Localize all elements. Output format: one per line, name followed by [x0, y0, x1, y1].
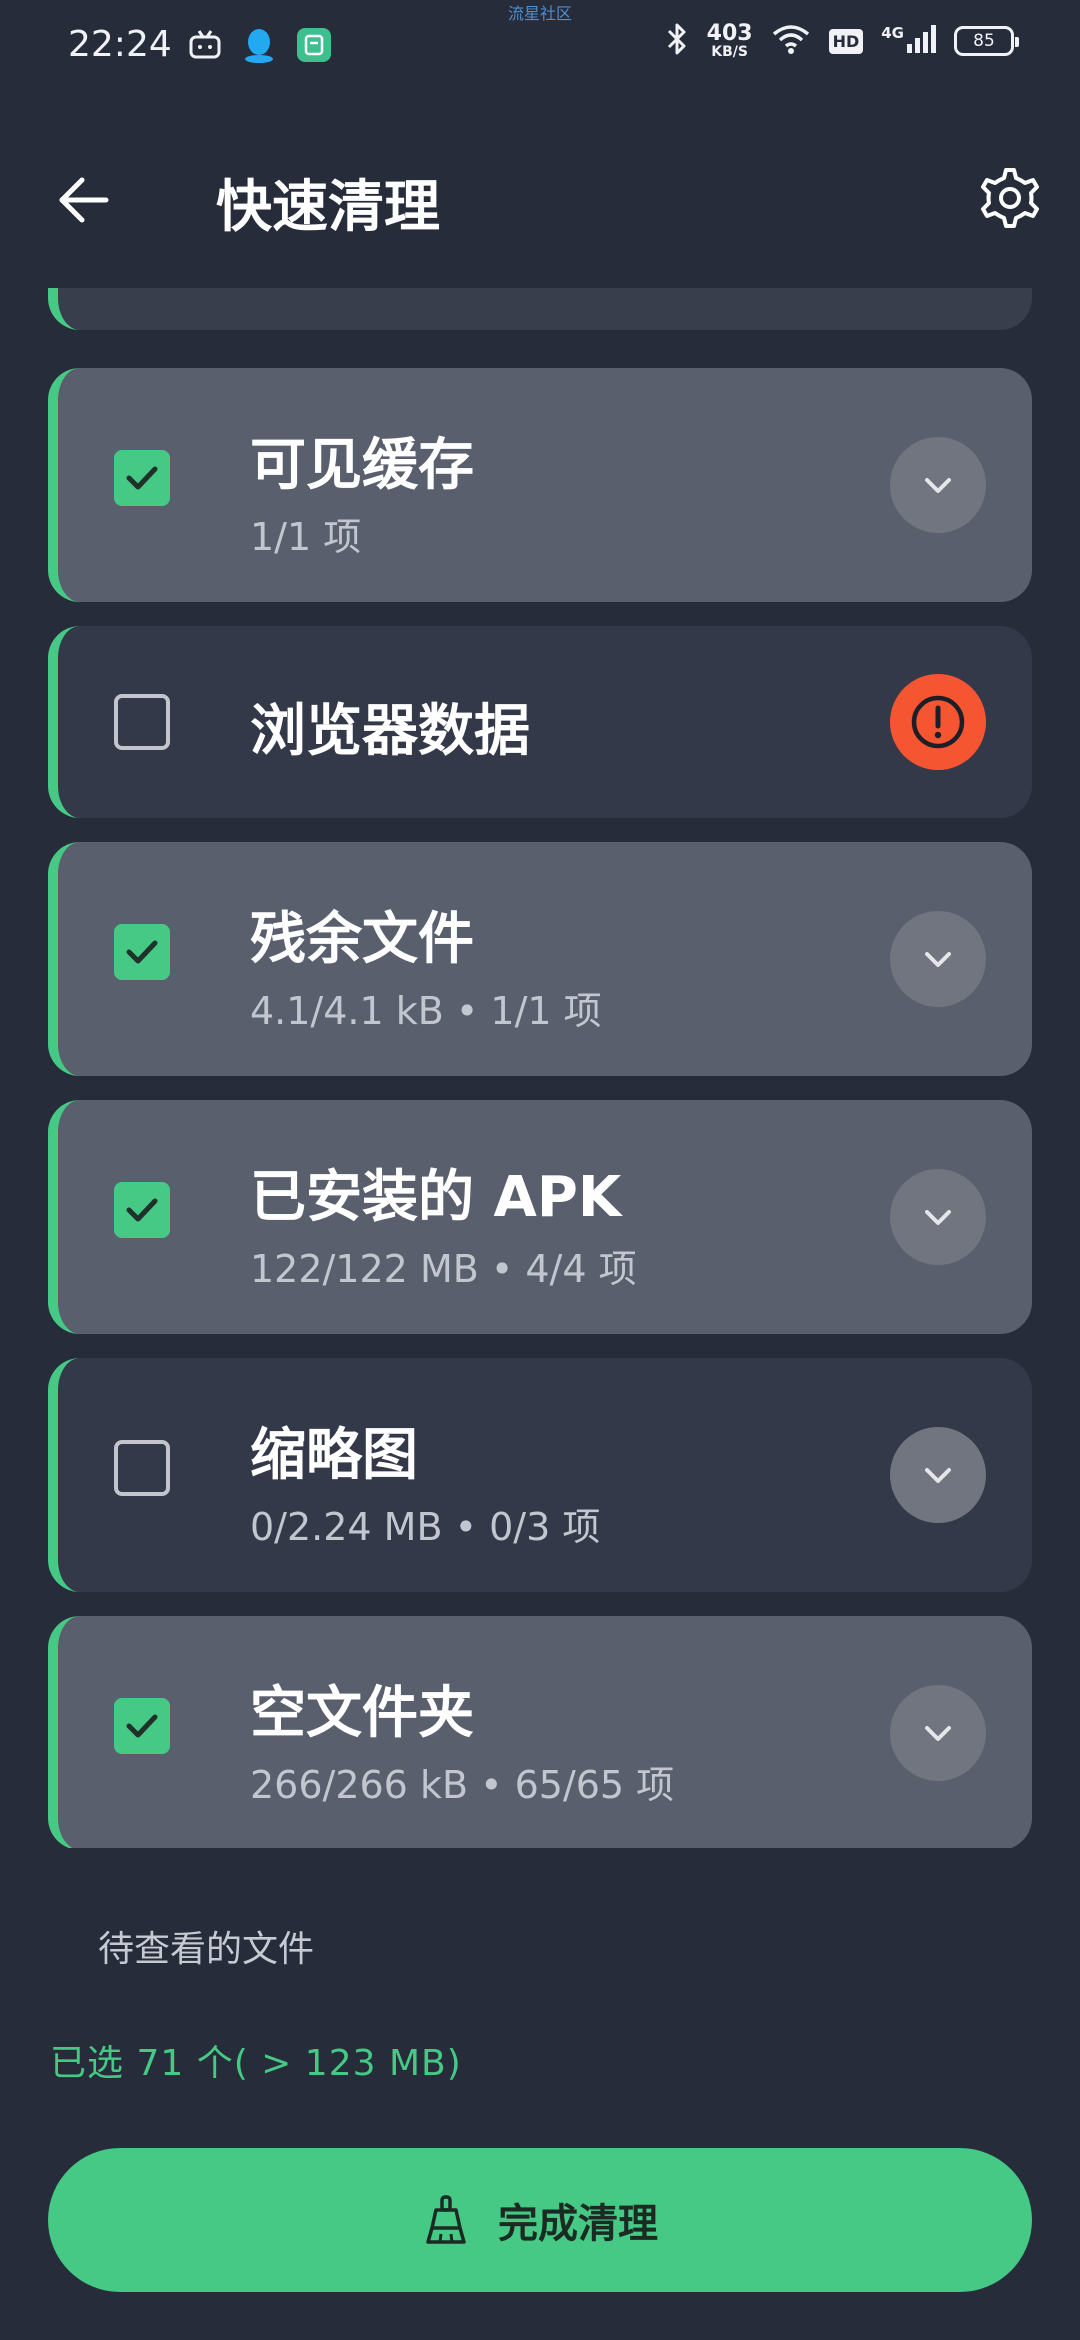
checkmark-icon	[126, 940, 158, 964]
warning-button[interactable]	[890, 674, 986, 770]
arrow-left-icon	[59, 177, 109, 223]
page-title: 快速清理	[216, 175, 440, 240]
network-speed: 403 KB/S	[706, 21, 753, 60]
item-title: 残余文件	[250, 907, 474, 972]
back-button[interactable]	[44, 160, 124, 240]
status-bar: 流星社区 22:24 403 KB/S HD 4G 85	[0, 0, 1080, 96]
expand-button[interactable]	[890, 437, 986, 533]
pending-files-link[interactable]: 待查看的文件	[98, 1920, 314, 1972]
list-item-partial	[48, 288, 1032, 330]
chevron-down-icon	[925, 1210, 951, 1225]
checkmark-icon	[126, 1198, 158, 1222]
battery-icon: 85	[954, 26, 1019, 56]
list-item-visible-cache[interactable]: 可见缓存 1/1 项	[48, 368, 1032, 602]
list-item-thumbnails[interactable]: 缩略图 0/2.24 MB • 0/3 项	[48, 1358, 1032, 1592]
settings-button[interactable]	[970, 158, 1050, 238]
list-item-empty-folders[interactable]: 空文件夹 266/266 kB • 65/65 项	[48, 1616, 1032, 1848]
system-icons: 403 KB/S HD 4G 85	[665, 21, 1019, 60]
network-speed-unit: KB/S	[711, 44, 748, 60]
item-subtitle: 0/2.24 MB • 0/3 项	[250, 1505, 601, 1549]
item-subtitle: 266/266 kB • 65/65 项	[250, 1763, 675, 1807]
app-notification-icon	[296, 27, 332, 67]
expand-button[interactable]	[890, 1169, 986, 1265]
item-checkbox[interactable]	[114, 1182, 170, 1238]
clean-category-list: 可见缓存 1/1 项 浏览器数据 残余文件 4.1/4.1 kB • 1/1 项	[48, 288, 1032, 1848]
watermark: 流星社区	[507, 4, 572, 23]
hd-badge: HD	[828, 28, 864, 54]
expand-button[interactable]	[890, 1427, 986, 1523]
item-subtitle: 122/122 MB • 4/4 项	[250, 1247, 637, 1291]
network-speed-value: 403	[706, 21, 753, 46]
network-type: 4G	[881, 24, 904, 42]
item-checkbox[interactable]	[114, 1698, 170, 1754]
item-checkbox[interactable]	[114, 450, 170, 506]
item-checkbox[interactable]	[114, 1440, 170, 1496]
item-title: 已安装的 APK	[250, 1165, 622, 1230]
finish-clean-label: 完成清理	[498, 2201, 658, 2247]
bluetooth-icon	[665, 22, 689, 60]
status-time: 22:24	[68, 24, 172, 65]
cellular-signal: 4G	[881, 24, 936, 58]
wifi-icon	[771, 23, 811, 59]
checkmark-icon	[126, 466, 158, 490]
chevron-down-icon	[925, 478, 951, 493]
finish-clean-button[interactable]: 完成清理	[48, 2148, 1032, 2292]
item-subtitle: 4.1/4.1 kB • 1/1 项	[250, 989, 602, 1033]
exclamation-circle-icon	[911, 695, 965, 749]
item-title: 可见缓存	[250, 433, 474, 498]
app-bar: 快速清理	[0, 130, 1080, 260]
expand-button[interactable]	[890, 1685, 986, 1781]
item-checkbox[interactable]	[114, 694, 170, 750]
chevron-down-icon	[925, 1468, 951, 1483]
list-item-installed-apk[interactable]: 已安装的 APK 122/122 MB • 4/4 项	[48, 1100, 1032, 1334]
item-subtitle: 1/1 项	[250, 515, 362, 559]
chevron-down-icon	[925, 952, 951, 967]
item-title: 缩略图	[250, 1423, 418, 1488]
battery-level: 85	[973, 31, 995, 51]
quick-clean-screen: 流星社区 22:24 403 KB/S HD 4G 85 快速清理 可见缓存 1…	[0, 0, 1080, 2340]
chevron-down-icon	[925, 1726, 951, 1741]
item-checkbox[interactable]	[114, 924, 170, 980]
list-item-browser-data[interactable]: 浏览器数据	[48, 626, 1032, 818]
checkmark-icon	[126, 1714, 158, 1738]
bilibili-tv-icon	[188, 28, 222, 66]
item-title: 浏览器数据	[250, 699, 530, 764]
expand-button[interactable]	[890, 911, 986, 1007]
list-item-residual-files[interactable]: 残余文件 4.1/4.1 kB • 1/1 项	[48, 842, 1032, 1076]
gear-icon	[981, 168, 1039, 228]
qq-icon	[242, 26, 276, 68]
signal-bars-icon	[906, 24, 936, 58]
notification-icons	[188, 26, 332, 68]
item-title: 空文件夹	[250, 1681, 474, 1746]
broom-icon	[426, 2195, 466, 2244]
selected-summary: 已选 71 个( > 123 MB)	[50, 2043, 462, 2084]
